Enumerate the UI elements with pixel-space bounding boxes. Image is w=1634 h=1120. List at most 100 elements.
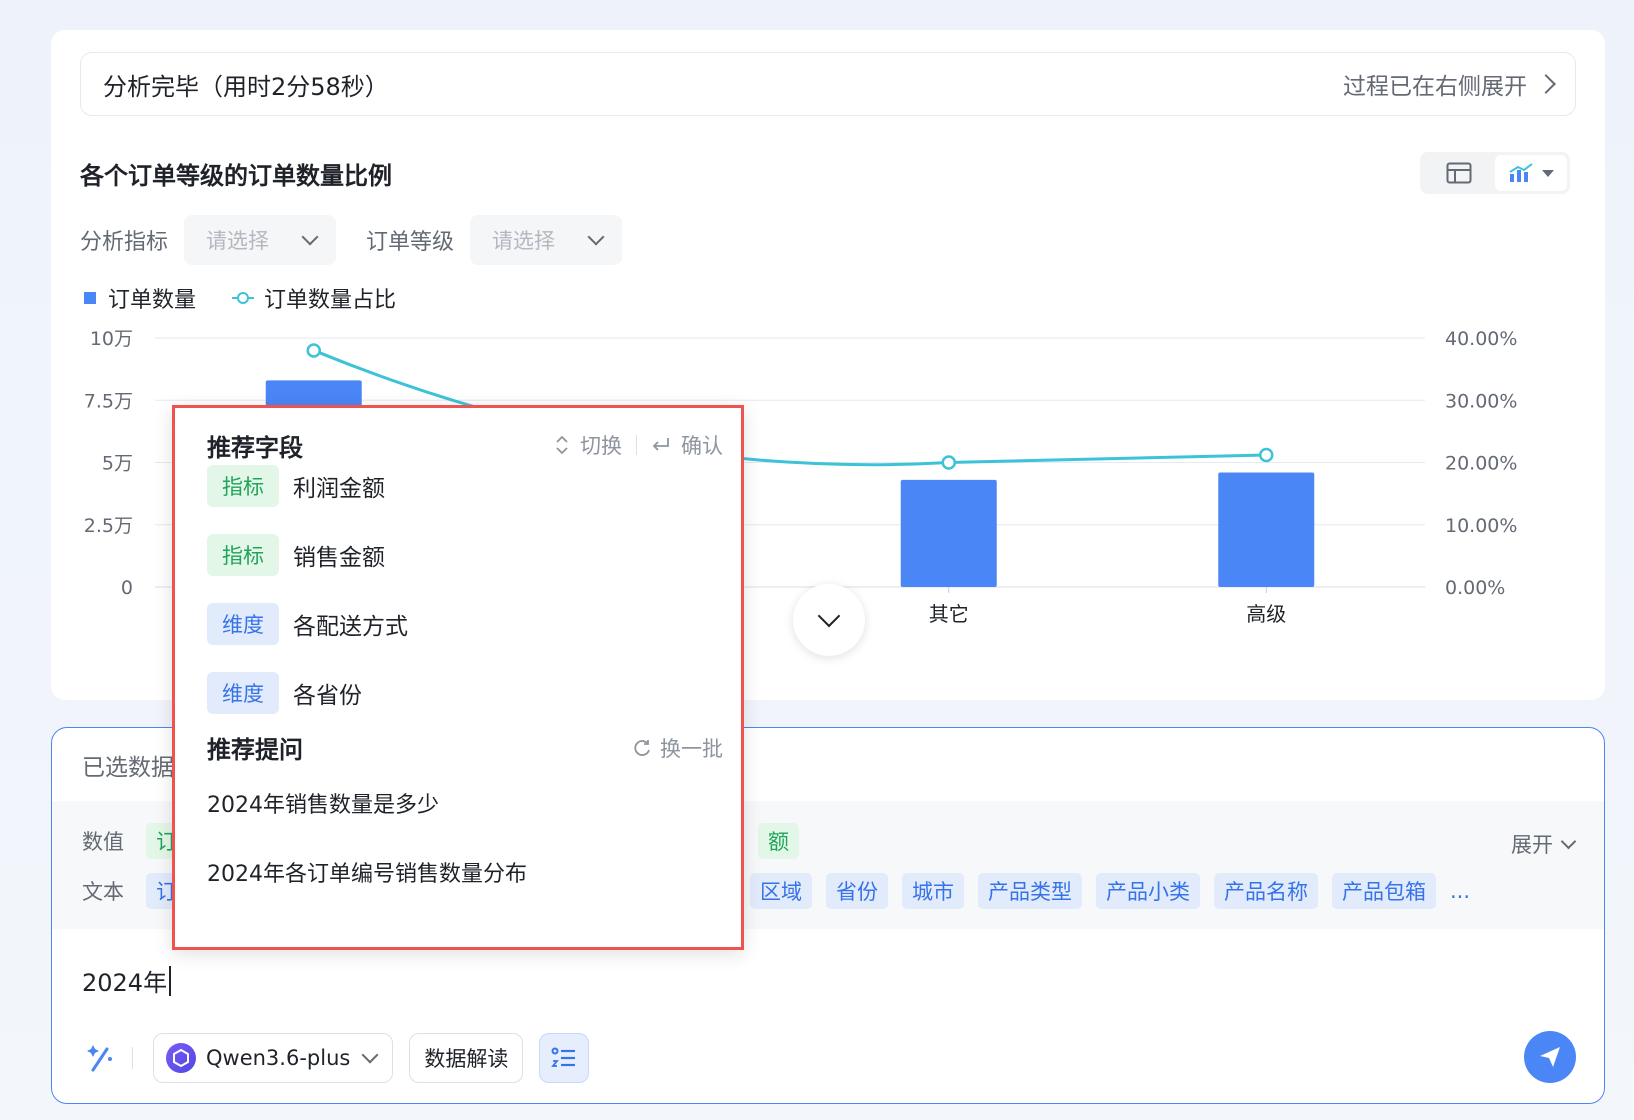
text-chip-city[interactable]: 城市 bbox=[902, 873, 964, 909]
recommended-field-item[interactable]: 维度 各省份 bbox=[207, 672, 362, 714]
magic-wand-icon bbox=[87, 1045, 112, 1072]
text-row-label: 文本 bbox=[82, 880, 124, 904]
filter-label-order-level: 订单等级 bbox=[366, 230, 455, 255]
recommended-field-item[interactable]: 维度 各配送方式 bbox=[207, 603, 408, 645]
metric-select-placeholder: 请选择 bbox=[206, 229, 270, 253]
metric-tag: 指标 bbox=[207, 534, 279, 576]
input-toolbar: Qwen3.6-plus 数据解读 bbox=[80, 1033, 590, 1083]
text-chip-region[interactable]: 区域 bbox=[750, 873, 812, 909]
chevron-right-icon bbox=[1536, 74, 1556, 94]
legend-line-swatch bbox=[232, 292, 255, 304]
numeric-field-row-right: 额 bbox=[758, 823, 813, 859]
numeric-chip[interactable]: 额 bbox=[758, 823, 799, 859]
magic-wand-button[interactable] bbox=[80, 1038, 120, 1078]
x-tick-label: 高级 bbox=[1246, 602, 1286, 626]
field-name: 销售金额 bbox=[293, 545, 385, 571]
confirm-hint: 确认 bbox=[681, 434, 723, 458]
recommended-question[interactable]: 2024年销售数量是多少 bbox=[207, 787, 439, 819]
recommended-question[interactable]: 2024年各订单编号销售数量分布 bbox=[207, 856, 527, 888]
model-select[interactable]: Qwen3.6-plus bbox=[153, 1033, 394, 1083]
toolbar-divider bbox=[132, 1047, 133, 1069]
y-left-tick-label: 7.5万 bbox=[84, 390, 133, 412]
numeric-row-label: 数值 bbox=[82, 830, 124, 854]
filter-row: 分析指标 请选择 订单等级 请选择 bbox=[80, 215, 652, 265]
line-point bbox=[1259, 447, 1274, 463]
filter-label-metric: 分析指标 bbox=[80, 230, 169, 255]
expand-fields-button[interactable]: 展开 bbox=[1511, 829, 1577, 859]
process-expand-link[interactable]: 过程已在右侧展开 bbox=[1343, 67, 1556, 101]
query-input-value: 2024年 bbox=[82, 969, 168, 997]
legend-bar-swatch bbox=[84, 292, 96, 304]
view-toggle bbox=[1420, 152, 1570, 194]
line-point bbox=[306, 343, 321, 358]
expand-label: 展开 bbox=[1511, 833, 1553, 857]
chevron-down-icon bbox=[817, 604, 841, 628]
table-view-button[interactable] bbox=[1423, 155, 1495, 191]
dimension-tag: 维度 bbox=[207, 672, 279, 714]
field-name: 各配送方式 bbox=[293, 614, 408, 640]
legend-line-label[interactable]: 订单数量占比 bbox=[264, 282, 396, 314]
refresh-questions-button[interactable]: 换一批 bbox=[632, 733, 723, 763]
line-point bbox=[941, 455, 956, 470]
table-icon bbox=[1446, 162, 1472, 184]
data-interpret-button[interactable]: 数据解读 bbox=[409, 1033, 524, 1083]
text-chip-province[interactable]: 省份 bbox=[826, 873, 888, 909]
chevron-down-icon bbox=[361, 1046, 379, 1064]
x-tick-label: 其它 bbox=[929, 602, 969, 626]
y-left-tick-label: 10万 bbox=[90, 328, 133, 350]
send-button[interactable] bbox=[1524, 1031, 1576, 1083]
combo-chart-icon bbox=[1509, 163, 1533, 182]
metric-tag: 指标 bbox=[207, 465, 279, 507]
analysis-status-bar: 分析完毕（用时2分58秒） 过程已在右侧展开 bbox=[80, 52, 1576, 116]
caret-down-icon bbox=[1542, 169, 1554, 177]
recommended-field-item[interactable]: 指标 销售金额 bbox=[207, 534, 385, 576]
scroll-down-button[interactable] bbox=[793, 584, 865, 656]
switch-hint: 切换 bbox=[580, 434, 622, 458]
model-name: Qwen3.6-plus bbox=[206, 1046, 351, 1070]
y-right-tick-label: 20.00% bbox=[1445, 453, 1517, 475]
recommended-field-item[interactable]: 指标 利润金额 bbox=[207, 465, 385, 507]
send-icon bbox=[1540, 1047, 1560, 1067]
refresh-label: 换一批 bbox=[660, 737, 723, 761]
switch-arrows-icon bbox=[556, 435, 568, 455]
field-name: 各省份 bbox=[293, 683, 362, 709]
text-chip-product-name[interactable]: 产品名称 bbox=[1214, 873, 1318, 909]
process-expand-label: 过程已在右侧展开 bbox=[1343, 74, 1527, 100]
y-left-tick-label: 5万 bbox=[102, 453, 133, 475]
recommended-questions-title: 推荐提问 bbox=[207, 736, 303, 764]
query-input[interactable]: 2024年 bbox=[82, 963, 172, 998]
chart-legend: 订单数量 订单数量占比 bbox=[84, 282, 396, 314]
chevron-down-icon bbox=[587, 228, 605, 246]
y-right-tick-label: 40.00% bbox=[1445, 328, 1517, 350]
chevron-down-icon bbox=[301, 228, 319, 246]
legend-bar-label[interactable]: 订单数量 bbox=[108, 282, 196, 314]
chart-title: 各个订单等级的订单数量比例 bbox=[80, 162, 392, 190]
data-interpret-label: 数据解读 bbox=[424, 1047, 509, 1071]
recommend-list-button[interactable] bbox=[539, 1033, 590, 1083]
chevron-down-icon bbox=[1560, 833, 1577, 849]
y-right-tick-label: 0.00% bbox=[1445, 577, 1505, 599]
metric-select[interactable]: 请选择 bbox=[184, 215, 337, 265]
order-level-select-placeholder: 请选择 bbox=[492, 229, 556, 253]
text-field-row-right: 区域 省份 城市 产品类型 产品小类 产品名称 产品包箱 ... bbox=[750, 873, 1470, 909]
model-logo-icon bbox=[166, 1043, 196, 1073]
y-right-tick-label: 30.00% bbox=[1445, 390, 1517, 412]
order-level-select[interactable]: 请选择 bbox=[470, 215, 623, 265]
field-name: 利润金额 bbox=[293, 476, 385, 502]
dimension-tag: 维度 bbox=[207, 603, 279, 645]
status-title: 分析完毕（用时2分58秒） bbox=[103, 72, 389, 101]
text-chip-product-subtype[interactable]: 产品小类 bbox=[1096, 873, 1200, 909]
bar bbox=[1218, 472, 1315, 587]
y-right-tick-label: 10.00% bbox=[1445, 515, 1517, 537]
more-fields-indicator[interactable]: ... bbox=[1450, 879, 1470, 903]
text-chip-product-box[interactable]: 产品包箱 bbox=[1332, 873, 1436, 909]
popover-key-hints: 切换 确认 bbox=[554, 430, 723, 460]
enter-key-icon bbox=[652, 438, 669, 451]
hint-separator bbox=[636, 435, 637, 455]
ordered-list-icon bbox=[551, 1047, 576, 1067]
chart-view-button[interactable] bbox=[1495, 155, 1567, 191]
text-chip-product-type[interactable]: 产品类型 bbox=[978, 873, 1082, 909]
bar bbox=[900, 479, 997, 587]
recommended-fields-title: 推荐字段 bbox=[207, 434, 303, 462]
text-caret bbox=[169, 965, 172, 996]
